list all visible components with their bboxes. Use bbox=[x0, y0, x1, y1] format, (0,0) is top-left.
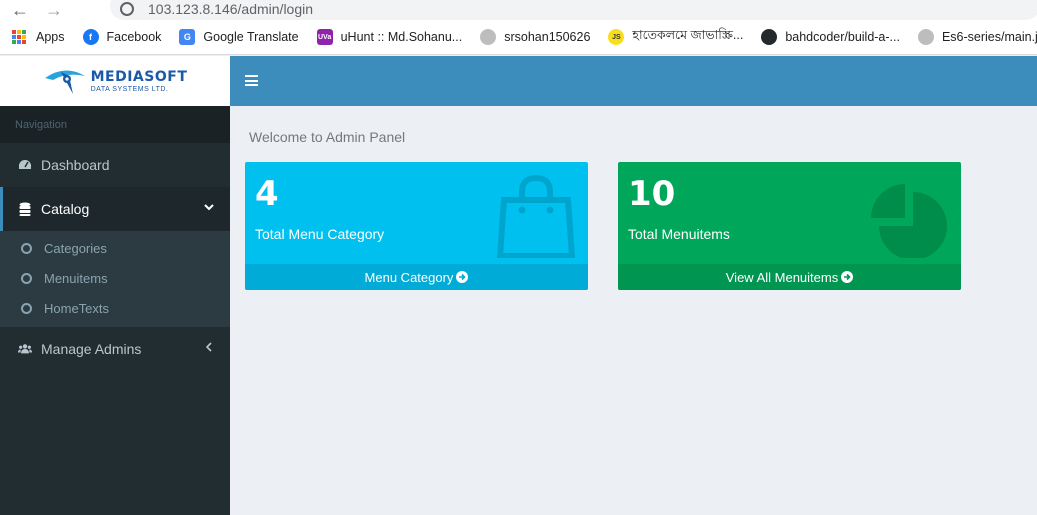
sidebar-item-label: Manage Admins bbox=[41, 341, 142, 357]
sidebar-toggle-icon[interactable] bbox=[245, 75, 258, 86]
back-arrow-icon[interactable]: ← bbox=[10, 0, 30, 20]
logo[interactable]: MEDIASOFT DATA SYSTEMS LTD. bbox=[0, 56, 230, 106]
menuitems-label: Total Menuitems bbox=[628, 226, 730, 242]
logo-title: MEDIASOFT bbox=[90, 68, 188, 85]
github-icon bbox=[480, 29, 497, 45]
sidebar-item-label: Dashboard bbox=[41, 157, 110, 173]
sidebar-item-dashboard[interactable]: Dashboard bbox=[0, 143, 230, 187]
circle-icon bbox=[21, 272, 32, 284]
bookmark-bahdcoder[interactable]: bahdcoder/build-a-... bbox=[761, 29, 900, 45]
main-content: Welcome to Admin Panel 4 Total Menu Cate… bbox=[230, 106, 1037, 515]
circle-icon bbox=[21, 302, 32, 314]
uhunt-icon: UVa bbox=[316, 29, 333, 45]
logo-subtitle: DATA SYSTEMS LTD. bbox=[90, 85, 169, 93]
menuitems-count: 10 bbox=[628, 174, 676, 214]
menuitems-box: 10 Total Menuitems View All Menuitems bbox=[618, 162, 961, 290]
sidebar: Navigation Dashboard Catalog Categories … bbox=[0, 106, 230, 515]
shopping-bag-icon bbox=[496, 174, 576, 258]
sidebar-header: Navigation bbox=[0, 106, 230, 143]
sidebar-item-manage-admins[interactable]: Manage Admins bbox=[0, 327, 230, 371]
address-bar[interactable]: 103.123.8.146/admin/login bbox=[110, 0, 1037, 20]
bookmark-apps[interactable]: Apps bbox=[12, 30, 65, 44]
menu-category-link[interactable]: Menu Category bbox=[245, 264, 588, 290]
bookmark-google-translate[interactable]: G Google Translate bbox=[179, 29, 299, 45]
bookmark-uhunt[interactable]: UVa uHunt :: Md.Sohanu... bbox=[316, 29, 462, 45]
js-icon: JS bbox=[608, 29, 625, 45]
page-title: Welcome to Admin Panel bbox=[249, 129, 406, 145]
sidebar-subitem-categories[interactable]: Categories bbox=[0, 233, 230, 263]
menu-category-box: 4 Total Menu Category Menu Category bbox=[245, 162, 588, 290]
bookmark-es6-series[interactable]: Es6-series/main.js a... bbox=[917, 29, 1037, 45]
chevron-down-icon bbox=[204, 204, 214, 211]
arrow-circle-right-icon bbox=[456, 271, 469, 283]
circle-icon bbox=[21, 242, 32, 254]
catalog-submenu: Categories Menuitems HomeTexts bbox=[0, 231, 230, 327]
users-icon bbox=[18, 342, 32, 356]
bookmark-javascript[interactable]: JS হাতেকলমে জাভাস্ক্রি... bbox=[608, 27, 743, 47]
chevron-left-icon bbox=[205, 342, 212, 352]
bookmark-facebook[interactable]: f Facebook bbox=[82, 29, 161, 45]
sidebar-subitem-menuitems[interactable]: Menuitems bbox=[0, 263, 230, 293]
browser-toolbar: ← → 103.123.8.146/admin/login bbox=[0, 0, 1037, 20]
pie-chart-icon bbox=[871, 184, 947, 258]
apps-grid-icon bbox=[12, 30, 28, 44]
site-info-icon[interactable] bbox=[120, 2, 134, 16]
forward-arrow-icon[interactable]: → bbox=[44, 0, 64, 20]
dashboard-icon bbox=[18, 158, 32, 172]
top-navbar bbox=[230, 56, 1037, 106]
github-icon bbox=[917, 29, 934, 45]
menu-category-count: 4 bbox=[255, 174, 279, 214]
facebook-icon: f bbox=[82, 29, 99, 45]
view-all-menuitems-link[interactable]: View All Menuitems bbox=[618, 264, 961, 290]
google-translate-icon: G bbox=[179, 29, 196, 45]
url-text: 103.123.8.146/admin/login bbox=[148, 1, 314, 17]
database-icon bbox=[18, 202, 32, 216]
bookmark-srsohan[interactable]: srsohan150626 bbox=[480, 29, 590, 45]
menu-category-label: Total Menu Category bbox=[255, 226, 385, 242]
mediasoft-logo-icon bbox=[44, 70, 85, 94]
github-icon bbox=[761, 29, 778, 45]
sidebar-item-label: Catalog bbox=[41, 201, 90, 217]
sidebar-item-catalog[interactable]: Catalog bbox=[0, 187, 230, 231]
sidebar-subitem-hometexts[interactable]: HomeTexts bbox=[0, 293, 230, 323]
arrow-circle-right-icon bbox=[841, 271, 854, 283]
bookmarks-bar: Apps f Facebook G Google Translate UVa u… bbox=[0, 20, 1037, 55]
